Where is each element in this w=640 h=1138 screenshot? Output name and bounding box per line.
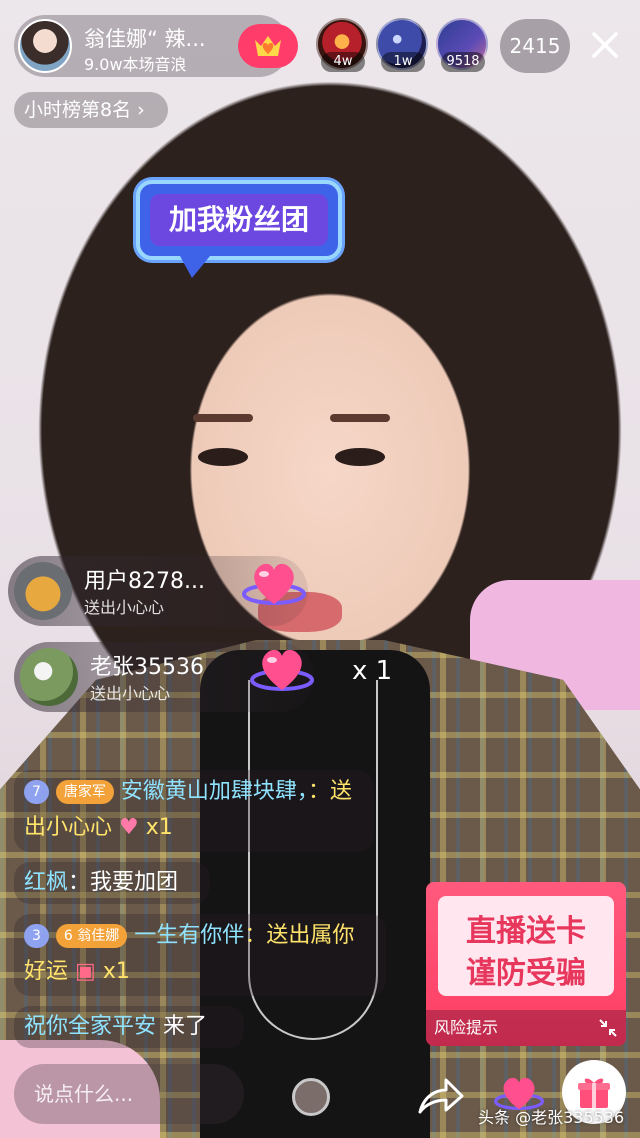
chat-text: 来了: [156, 1014, 208, 1039]
viewer-avatar[interactable]: 9518: [436, 18, 488, 72]
promo-footer: 风险提示: [426, 1010, 626, 1046]
user-level-badge: 3: [24, 924, 49, 948]
audience-count[interactable]: 2415: [500, 19, 570, 73]
chat-message: 3 6 翁佳娜 一生有你伴：送出属你好运 ▣ x1: [14, 914, 386, 996]
promo-panel: 直播送卡 谨防受骗: [438, 896, 614, 996]
close-icon: [592, 32, 618, 58]
fan-club-label: 加我粉丝团: [150, 194, 328, 246]
viewer-avatar[interactable]: 4w: [316, 18, 368, 72]
heart-icon: ♥: [119, 815, 139, 840]
viewer-count: 1w: [381, 52, 425, 72]
viewer-avatar[interactable]: 1w: [376, 18, 428, 72]
chat-message: 红枫：我要加团: [14, 862, 210, 904]
user-level-badge: 7: [24, 780, 49, 804]
fan-club-name: 翁佳娜: [77, 928, 120, 944]
video-pendant: [292, 1078, 330, 1116]
chat-message: 祝你全家平安 来了: [14, 1006, 244, 1048]
heart-gift-icon: [242, 563, 306, 605]
fan-club-level: 6: [63, 928, 73, 944]
risk-warning-card[interactable]: 直播送卡 谨防受骗 风险提示: [426, 882, 626, 1046]
watermark: 头条 @老张335536: [478, 1108, 625, 1127]
chat-username[interactable]: 红枫: [24, 870, 68, 895]
gift-action: 送出小心心: [84, 598, 165, 617]
fan-club-bubble[interactable]: 加我粉丝团: [136, 180, 342, 260]
lucky-card-icon: ▣: [75, 959, 96, 984]
collapse-icon[interactable]: [598, 1018, 618, 1038]
gift-user-name: 老张35536: [90, 655, 204, 680]
video-eye: [335, 448, 385, 466]
chat-text: ：我要加团: [68, 870, 179, 895]
gift-action: 送出小心心: [90, 684, 171, 703]
chat-multiplier: x1: [102, 959, 130, 984]
comment-input[interactable]: 说点什么...: [14, 1064, 244, 1124]
viewer-count: 4w: [321, 52, 365, 72]
crown-heart-icon: [255, 36, 281, 56]
chat-username[interactable]: 安徽黄山加肆块肆，: [121, 779, 308, 804]
video-eye: [198, 448, 248, 466]
fan-club-badge: 6 翁佳娜: [55, 924, 128, 948]
host-avatar[interactable]: [18, 19, 72, 73]
promo-line2: 谨防受骗: [466, 956, 586, 991]
fan-club-badge: 唐家军: [55, 780, 114, 804]
chat-username[interactable]: 祝你全家平安: [24, 1014, 156, 1039]
close-button[interactable]: [580, 20, 630, 70]
video-brow: [330, 414, 390, 422]
chat-multiplier: x1: [145, 815, 173, 840]
gift-user-name: 用户8278...: [84, 569, 205, 594]
host-income: 9.0w本场音浪: [84, 55, 187, 74]
promo-line1: 直播送卡: [466, 914, 586, 949]
host-card[interactable]: 翁佳娜“ 辣... 9.0w本场音浪: [14, 15, 298, 77]
chat-message: 7 唐家军 安徽黄山加肆块肆，：送出小心心 ♥ x1: [14, 770, 374, 852]
viewer-count: 9518: [441, 52, 485, 72]
video-brow: [193, 414, 253, 422]
heart-gift-icon: [250, 649, 314, 691]
gift-user-avatar[interactable]: [20, 648, 78, 706]
share-icon[interactable]: [416, 1076, 464, 1120]
gift-user-avatar[interactable]: [14, 562, 72, 620]
gift-multiplier: x 1: [352, 656, 393, 686]
hourly-rank[interactable]: 小时榜第8名 ›: [14, 92, 168, 128]
host-name: 翁佳娜“ 辣...: [84, 27, 206, 51]
top-viewers: 4w 1w 9518: [316, 18, 496, 74]
follow-button[interactable]: [238, 24, 298, 68]
chat-username[interactable]: 一生有你伴: [134, 923, 244, 948]
